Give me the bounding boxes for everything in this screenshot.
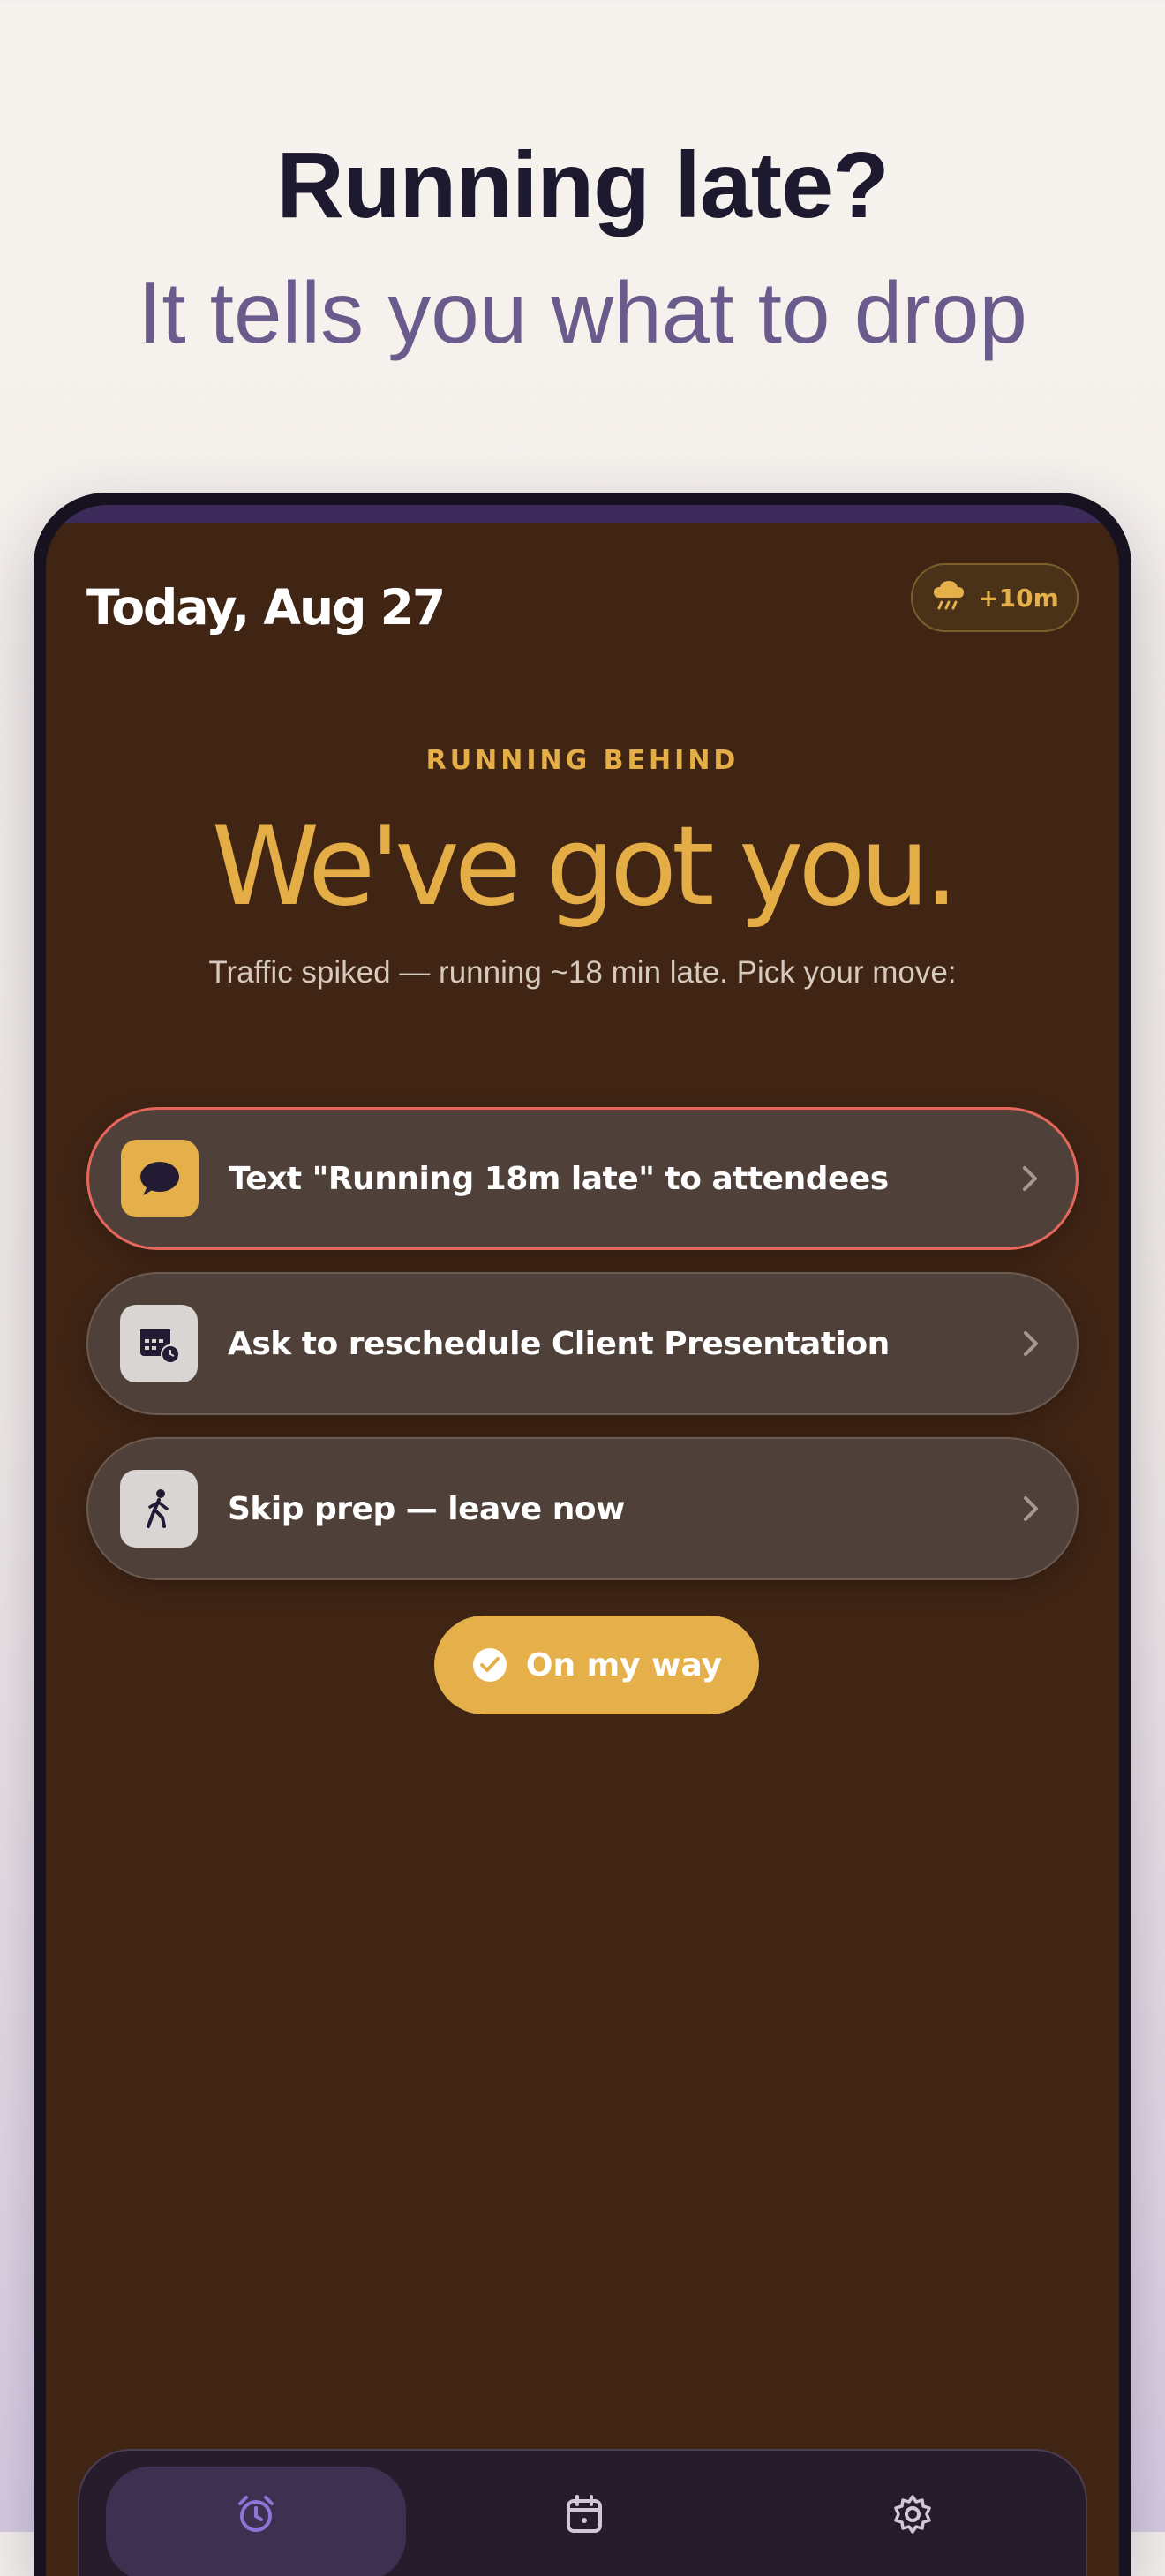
tab-alarm[interactable]	[106, 2467, 406, 2576]
status-bar	[46, 505, 1119, 523]
on-my-way-label: On my way	[525, 1646, 723, 1683]
weather-badge[interactable]: +10m	[911, 563, 1079, 632]
on-my-way-button[interactable]: On my way	[434, 1616, 759, 1714]
option-label: Text "Running 18m late" to attendees	[229, 1160, 889, 1197]
walking-person-icon	[120, 1470, 198, 1548]
option-text-attendees[interactable]: Text "Running 18m late" to attendees	[86, 1107, 1079, 1250]
bottom-tab-bar	[78, 2449, 1087, 2576]
chevron-right-icon	[1023, 1166, 1037, 1191]
hero-subtitle: It tells you what to drop	[138, 264, 1027, 361]
option-skip-prep[interactable]: Skip prep — leave now	[86, 1437, 1079, 1580]
status-headline: We've got you.	[211, 803, 959, 930]
gear-icon	[894, 2495, 931, 2534]
option-label: Ask to reschedule Client Presentation	[228, 1325, 890, 1362]
app-screen: Today, Aug 27 +10m RUNNING BEHIND We've …	[46, 505, 1119, 2576]
weather-delay-label: +10m	[978, 583, 1059, 613]
calendar-clock-icon	[120, 1305, 198, 1382]
chevron-right-icon	[1024, 1331, 1038, 1356]
phone-frame: Today, Aug 27 +10m RUNNING BEHIND We've …	[34, 493, 1131, 2576]
chevron-right-icon	[1024, 1496, 1038, 1521]
status-message: Traffic spiked — running ~18 min late. P…	[208, 955, 957, 990]
hero-title: Running late?	[276, 133, 890, 237]
chat-bubble-icon	[121, 1140, 199, 1217]
check-circle-icon	[472, 1648, 507, 1682]
status-eyebrow: RUNNING BEHIND	[425, 745, 740, 776]
option-label: Skip prep — leave now	[228, 1490, 625, 1527]
calendar-icon	[567, 2495, 602, 2533]
tab-settings[interactable]	[763, 2467, 1063, 2576]
page-title: Today, Aug 27	[86, 579, 446, 636]
tab-calendar[interactable]	[434, 2467, 734, 2576]
option-reschedule[interactable]: Ask to reschedule Client Presentation	[86, 1272, 1079, 1415]
rain-cloud-icon	[930, 576, 967, 620]
alarm-clock-icon	[238, 2496, 274, 2532]
